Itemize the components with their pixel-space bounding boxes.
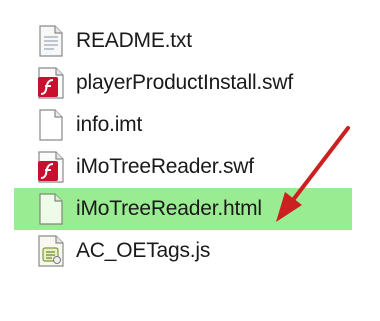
flash-file-icon: [32, 149, 70, 185]
file-name: AC_OETags.js: [76, 239, 211, 262]
file-name: iMoTreeReader.html: [76, 197, 262, 220]
script-file-icon: [32, 233, 70, 269]
flash-file-icon: [32, 65, 70, 101]
file-row-readme[interactable]: README.txt: [14, 20, 360, 62]
file-row-ac-oetags[interactable]: AC_OETags.js: [14, 230, 360, 272]
file-row-imotreereader-html-selected[interactable]: iMoTreeReader.html: [14, 188, 352, 230]
file-list: README.txt playerProductInstall.swf info…: [14, 20, 360, 272]
file-explorer-crop: README.txt playerProductInstall.swf info…: [0, 0, 380, 321]
file-row-info[interactable]: info.imt: [14, 104, 360, 146]
file-row-imotreereader-swf[interactable]: iMoTreeReader.swf: [14, 146, 360, 188]
blank-file-icon: [32, 191, 70, 227]
file-name: info.imt: [76, 113, 143, 136]
blank-file-icon: [32, 107, 70, 143]
file-row-playerproductinstall[interactable]: playerProductInstall.swf: [14, 62, 360, 104]
file-name: README.txt: [76, 29, 192, 52]
file-name: iMoTreeReader.swf: [76, 155, 254, 178]
file-name: playerProductInstall.swf: [76, 71, 293, 94]
text-file-icon: [32, 23, 70, 59]
